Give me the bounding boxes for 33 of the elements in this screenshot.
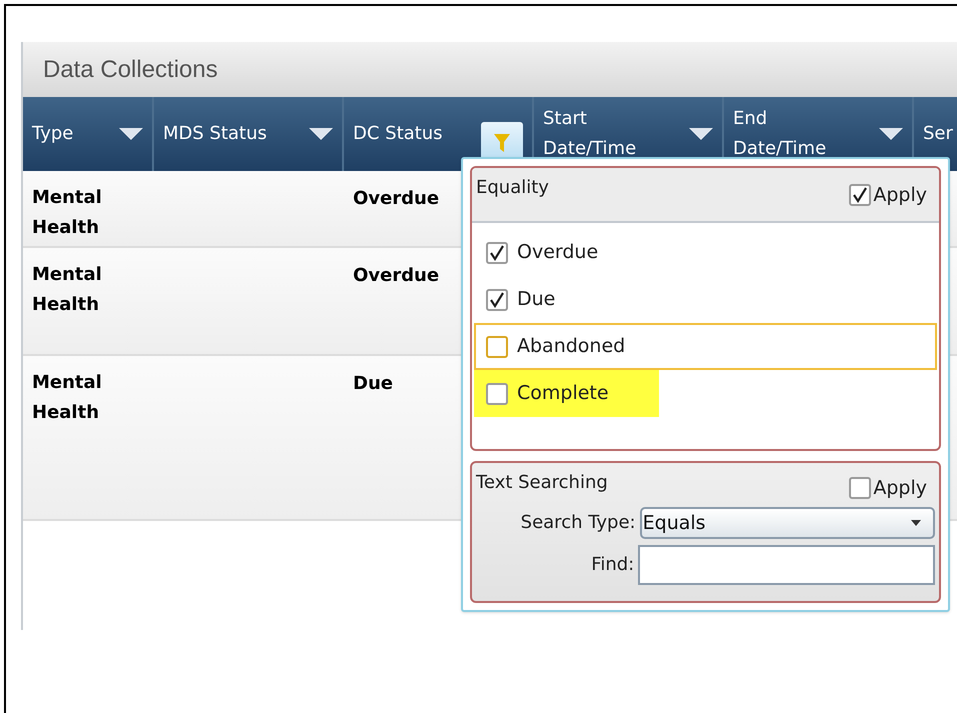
field-label: Find:: [590, 553, 636, 578]
filter-option[interactable]: Complete: [474, 370, 659, 417]
checkbox[interactable]: [849, 476, 872, 499]
search-type-dropdown[interactable]: Equals: [640, 506, 935, 539]
apply-checkbox[interactable]: Apply: [849, 180, 935, 210]
checkbox[interactable]: [849, 184, 872, 206]
funnel-icon: [494, 133, 510, 153]
caret-icon: [689, 128, 713, 140]
checkbox[interactable]: [486, 242, 508, 264]
checkbox[interactable]: [486, 288, 508, 310]
table-cell: Overdue: [353, 265, 440, 286]
table-cell: Mental Health: [32, 372, 102, 423]
group-title: Equality: [476, 176, 549, 200]
checkmark-icon: [852, 187, 868, 203]
group-title: Text Searching: [476, 470, 608, 495]
filter-option[interactable]: Overdue: [474, 229, 937, 276]
checkmark-icon: [489, 292, 505, 308]
table-cell: Overdue: [353, 188, 440, 209]
table-cell: Due: [353, 373, 393, 394]
caret-icon: [879, 128, 903, 140]
table-cell: Mental Health: [32, 264, 102, 315]
checkmark-icon: [489, 244, 505, 260]
table-cell: Mental Health: [32, 187, 102, 238]
field-label: Search Type:: [520, 511, 637, 536]
checkbox[interactable]: [486, 382, 508, 404]
checkbox[interactable]: [486, 336, 508, 358]
filter-option[interactable]: Due: [474, 276, 937, 323]
find-field[interactable]: [638, 544, 935, 585]
caret-icon: [309, 128, 333, 140]
filter-option[interactable]: Abandoned: [474, 323, 937, 370]
panel-title: Data Collections: [43, 54, 218, 84]
caret-icon: [119, 128, 143, 140]
apply-checkbox[interactable]: Apply: [849, 472, 935, 503]
